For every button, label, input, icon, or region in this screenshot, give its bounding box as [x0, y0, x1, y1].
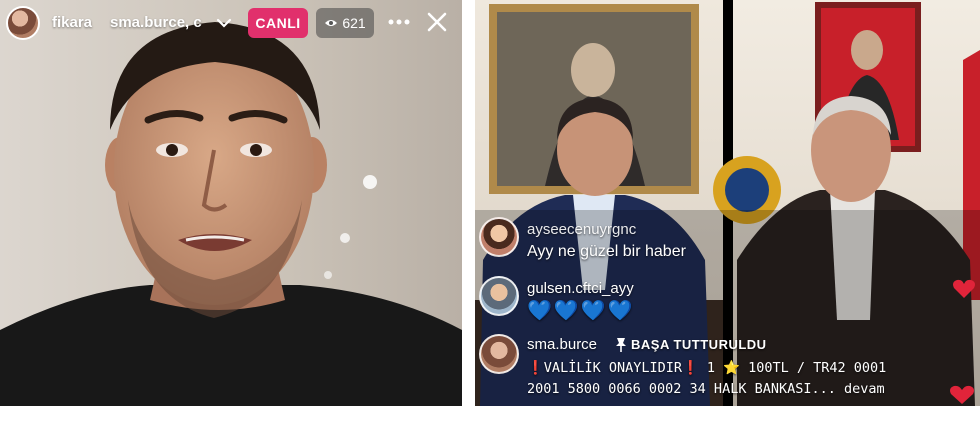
left-video-frame — [0, 0, 462, 406]
commenter-avatar[interactable] — [479, 276, 519, 316]
comment-item: gulsen.cftci_ayy 💙💙💙💙 — [475, 274, 980, 324]
pinned-line-1: ❗VALİLİK ONAYLIDIR❗ 1 ⭐ 100TL / TR42 000… — [527, 360, 887, 376]
live-badge: CANLI — [248, 8, 308, 38]
commenter-avatar[interactable] — [479, 217, 519, 257]
comment-text: 💙💙💙💙 — [527, 300, 635, 322]
guest-username[interactable]: sma.burce, c — [110, 14, 202, 31]
host-avatar-icon[interactable] — [6, 6, 40, 40]
pinned-avatar[interactable] — [479, 334, 519, 374]
more-icon[interactable] — [388, 18, 410, 26]
pinned-label: BAŞA TUTTURULDU — [631, 337, 767, 352]
right-live-stream: ayseecenuyrgnc Ayy ne güzel bir haber gu… — [475, 0, 980, 406]
comment-username[interactable]: ayseecenuyrgnc — [527, 221, 636, 238]
comment-text: Ayy ne güzel bir haber — [527, 243, 686, 260]
viewer-count-badge: 621 — [316, 8, 374, 38]
pinned-message: ❗VALİLİK ONAYLIDIR❗ 1 ⭐ 100TL / TR42 000… — [527, 358, 977, 400]
heart-icon[interactable] — [952, 278, 976, 300]
comment-username[interactable]: gulsen.cftci_ayy — [527, 280, 634, 297]
pinned-line-2: 2001 5800 0066 0002 34 HALK BANKASI... d… — [527, 381, 885, 397]
chevron-down-icon[interactable] — [216, 16, 232, 30]
comment-item: ayseecenuyrgnc Ayy ne güzel bir haber — [475, 213, 980, 263]
eye-icon — [325, 20, 338, 26]
pinned-comment: sma.burce BAŞA TUTTURULDU ❗VALİLİK ONAYL… — [475, 332, 980, 404]
host-username[interactable]: fikara — [52, 14, 92, 31]
stream-top-bar: fikara sma.burce, c CANLI 621 — [0, 0, 462, 46]
viewer-count: 621 — [342, 15, 366, 31]
left-live-stream: fikara sma.burce, c CANLI 621 — [0, 0, 462, 406]
close-icon[interactable] — [426, 11, 448, 33]
pinned-username[interactable]: sma.burce — [527, 336, 597, 353]
pin-icon — [616, 338, 626, 352]
heart-icon[interactable] — [948, 385, 976, 405]
